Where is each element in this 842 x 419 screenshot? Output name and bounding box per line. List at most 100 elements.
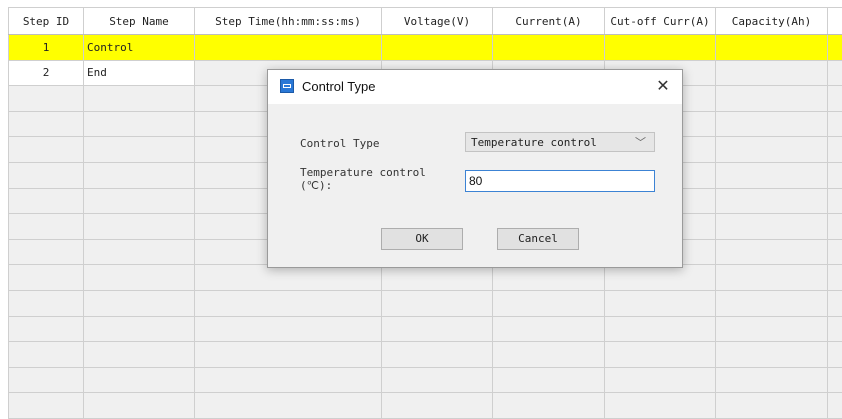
table-cell[interactable] (715, 161, 828, 189)
table-cell[interactable] (381, 392, 493, 419)
table-cell[interactable] (194, 366, 382, 394)
table-cell[interactable] (83, 366, 195, 394)
table-row[interactable] (8, 315, 842, 343)
control-type-select[interactable]: Temperature control ﹀ (465, 132, 655, 152)
col-header-voltage[interactable]: Voltage(V) (381, 7, 493, 35)
table-cell[interactable] (827, 34, 842, 61)
table-cell[interactable] (8, 238, 84, 266)
table-cell[interactable] (715, 85, 828, 112)
table-cell[interactable] (8, 264, 84, 291)
table-row[interactable] (8, 366, 842, 394)
table-cell[interactable] (715, 238, 828, 266)
table-cell[interactable] (492, 289, 605, 317)
table-cell[interactable] (827, 315, 842, 343)
table-cell[interactable] (83, 238, 195, 266)
table-cell[interactable] (604, 392, 716, 419)
table-cell[interactable] (827, 136, 842, 163)
cancel-button[interactable]: Cancel (497, 228, 579, 250)
table-cell[interactable] (194, 392, 382, 419)
cell-step-id[interactable]: 1 (8, 34, 84, 61)
table-cell[interactable] (83, 392, 195, 419)
table-row[interactable] (8, 392, 842, 419)
table-cell[interactable] (604, 366, 716, 394)
table-cell[interactable] (715, 213, 828, 240)
col-header-step-name[interactable]: Step Name (83, 7, 195, 35)
table-cell[interactable] (8, 392, 84, 419)
table-cell[interactable] (381, 315, 493, 343)
table-cell[interactable] (604, 341, 716, 368)
table-cell[interactable] (8, 341, 84, 368)
table-cell[interactable] (83, 213, 195, 240)
table-cell[interactable] (83, 110, 195, 138)
table-cell[interactable] (492, 34, 605, 61)
table-cell[interactable] (381, 289, 493, 317)
table-cell[interactable] (604, 315, 716, 343)
table-cell[interactable] (381, 34, 493, 61)
table-row[interactable] (8, 341, 842, 368)
table-cell[interactable] (8, 187, 84, 215)
table-cell[interactable] (83, 187, 195, 215)
table-row[interactable] (8, 289, 842, 317)
table-cell[interactable] (715, 187, 828, 215)
cell-step-id[interactable]: 2 (8, 59, 84, 87)
table-cell[interactable] (83, 315, 195, 343)
col-header-step-time[interactable]: Step Time(hh:mm:ss:ms) (194, 7, 382, 35)
table-cell[interactable] (492, 315, 605, 343)
table-cell[interactable] (492, 392, 605, 419)
table-cell[interactable] (715, 59, 828, 87)
close-button[interactable]: ✕ (650, 74, 676, 100)
table-row[interactable] (8, 264, 842, 291)
table-cell[interactable] (83, 341, 195, 368)
table-cell[interactable] (83, 85, 195, 112)
table-cell[interactable] (83, 136, 195, 163)
table-cell[interactable] (83, 264, 195, 291)
table-cell[interactable] (715, 315, 828, 343)
table-cell[interactable] (8, 85, 84, 112)
table-cell[interactable] (715, 136, 828, 163)
table-cell[interactable] (604, 34, 716, 61)
table-cell[interactable] (194, 289, 382, 317)
cell-step-name[interactable]: Control (83, 34, 195, 61)
table-cell[interactable] (827, 392, 842, 419)
table-cell[interactable] (715, 341, 828, 368)
table-row[interactable]: 1 Control (8, 34, 842, 61)
table-cell[interactable] (492, 366, 605, 394)
temperature-input[interactable] (465, 170, 655, 192)
table-cell[interactable] (827, 238, 842, 266)
table-cell[interactable] (827, 161, 842, 189)
table-cell[interactable] (8, 315, 84, 343)
col-header-capacity[interactable]: Capacity(Ah) (715, 7, 828, 35)
table-cell[interactable] (194, 341, 382, 368)
table-cell[interactable] (381, 264, 493, 291)
col-header-cutoff-current[interactable]: Cut-off Curr(A) (604, 7, 716, 35)
table-cell[interactable] (8, 136, 84, 163)
cell-step-name[interactable]: End (83, 59, 195, 87)
table-cell[interactable] (827, 264, 842, 291)
table-cell[interactable] (194, 34, 382, 61)
table-cell[interactable] (492, 341, 605, 368)
table-cell[interactable] (604, 289, 716, 317)
table-cell[interactable] (604, 264, 716, 291)
table-cell[interactable] (715, 392, 828, 419)
table-cell[interactable] (827, 59, 842, 87)
col-header-current[interactable]: Current(A) (492, 7, 605, 35)
table-cell[interactable] (8, 161, 84, 189)
table-cell[interactable] (194, 315, 382, 343)
table-cell[interactable] (492, 264, 605, 291)
table-cell[interactable] (83, 289, 195, 317)
table-cell[interactable] (715, 366, 828, 394)
table-cell[interactable] (827, 341, 842, 368)
table-cell[interactable] (827, 366, 842, 394)
table-cell[interactable] (83, 161, 195, 189)
col-header-step-id[interactable]: Step ID (8, 7, 84, 35)
ok-button[interactable]: OK (381, 228, 463, 250)
table-cell[interactable] (827, 85, 842, 112)
table-cell[interactable] (8, 289, 84, 317)
table-cell[interactable] (715, 110, 828, 138)
table-cell[interactable] (827, 289, 842, 317)
table-cell[interactable] (194, 264, 382, 291)
table-cell[interactable] (827, 187, 842, 215)
table-cell[interactable] (715, 264, 828, 291)
table-cell[interactable] (715, 289, 828, 317)
table-cell[interactable] (8, 366, 84, 394)
